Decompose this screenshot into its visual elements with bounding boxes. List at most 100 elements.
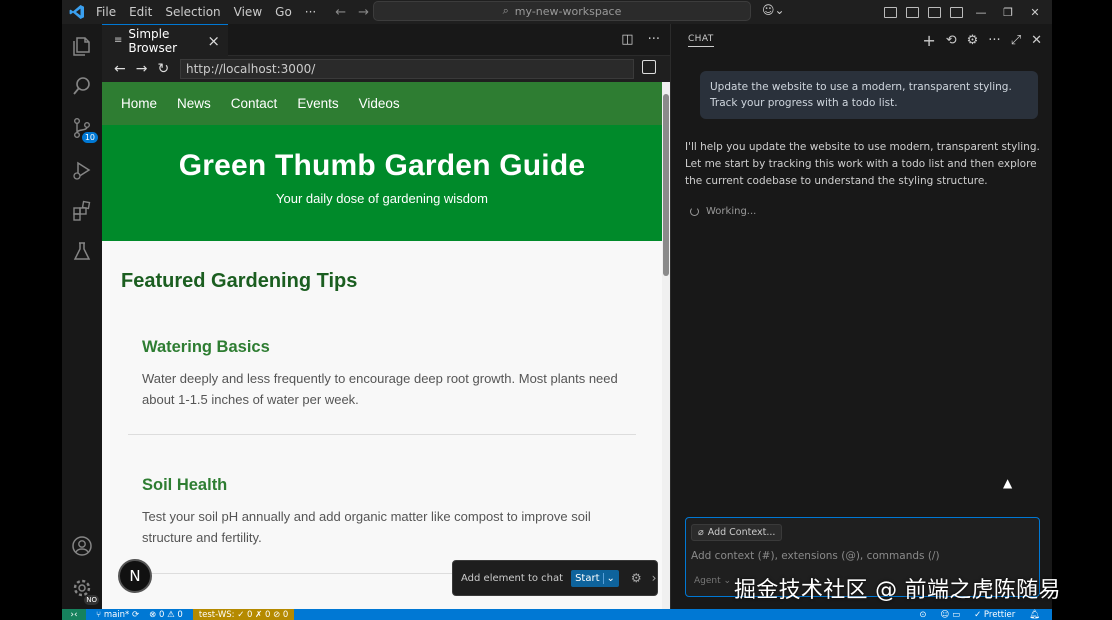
hero-title: Green Thumb Garden Guide bbox=[178, 149, 586, 182]
notifications-bell-icon[interactable]: 🔔︎ bbox=[1029, 610, 1040, 620]
menu-selection[interactable]: Selection bbox=[165, 5, 220, 19]
title-bar: File Edit Selection View Go ··· ← → ⌕ my… bbox=[62, 0, 1052, 24]
nav-events[interactable]: Events bbox=[297, 96, 338, 111]
status-bar: ›‹ ⑂ main* ⟳ ⊗ 0 ⚠ 0 test-WS: ✓ 0 ✗ 0 ⊘ … bbox=[62, 609, 1052, 620]
nav-home[interactable]: Home bbox=[121, 96, 157, 111]
split-editor-icon[interactable]: ◫ bbox=[621, 32, 633, 47]
vscode-window: File Edit Selection View Go ··· ← → ⌕ my… bbox=[62, 0, 1052, 620]
page-scrollbar[interactable] bbox=[662, 82, 670, 609]
url-bar[interactable]: http://localhost:3000/ bbox=[180, 59, 634, 79]
close-chat-icon[interactable]: ✕ bbox=[1031, 33, 1042, 48]
menu-view[interactable]: View bbox=[234, 5, 262, 19]
menu-edit[interactable]: Edit bbox=[129, 5, 152, 19]
hero-subtitle: Your daily dose of gardening wisdom bbox=[276, 191, 488, 206]
chat-more-icon[interactable]: ··· bbox=[988, 33, 1000, 48]
activity-bar: 10 NO bbox=[62, 24, 102, 609]
testing-flask-icon[interactable] bbox=[70, 239, 94, 263]
browser-forward-icon[interactable]: → bbox=[136, 61, 148, 77]
chat-input[interactable] bbox=[691, 550, 1031, 562]
location-icon[interactable]: ⊙ bbox=[919, 610, 926, 620]
menu-file[interactable]: File bbox=[96, 5, 116, 19]
run-debug-icon[interactable] bbox=[70, 158, 94, 182]
nav-contact[interactable]: Contact bbox=[231, 96, 278, 111]
tip-title: Watering Basics bbox=[142, 338, 270, 356]
prettier-status[interactable]: ✓ Prettier bbox=[974, 610, 1015, 620]
start-label: Start bbox=[575, 572, 600, 584]
tip-card: Soil Health Test your soil pH annually a… bbox=[142, 476, 642, 548]
back-arrow-icon[interactable]: ← bbox=[335, 5, 346, 20]
browser-back-icon[interactable]: ← bbox=[114, 61, 126, 77]
customize-layout-icon[interactable] bbox=[884, 6, 897, 18]
account-icon[interactable] bbox=[70, 534, 94, 558]
status-right: ⊙ ☺ ▭ ✓ Prettier 🔔︎ bbox=[919, 609, 1040, 620]
paperclip-icon: ⌀ bbox=[698, 527, 704, 538]
nav-news[interactable]: News bbox=[177, 96, 211, 111]
menu-more[interactable]: ··· bbox=[305, 5, 316, 19]
close-tab-icon[interactable]: × bbox=[207, 32, 220, 50]
tip-text: Test your soil pH annually and add organ… bbox=[142, 509, 591, 545]
problems-indicator[interactable]: ⊗ 0 ⚠ 0 bbox=[149, 610, 183, 620]
agent-label: Agent bbox=[694, 576, 721, 586]
chat-actions: + ⟲ ⚙ ··· ⤢ ✕ bbox=[922, 31, 1042, 50]
toggle-panel-icon[interactable] bbox=[928, 6, 941, 18]
tip-title: Soil Health bbox=[142, 476, 228, 494]
search-icon: ⌕ bbox=[502, 4, 509, 17]
explorer-icon[interactable] bbox=[70, 34, 94, 58]
manage-gear-icon[interactable]: NO bbox=[70, 576, 99, 605]
add-context-button[interactable]: ⌀ Add Context... bbox=[691, 524, 783, 541]
source-control-icon[interactable]: 10 bbox=[70, 116, 98, 143]
chevron-right-icon[interactable]: › bbox=[652, 571, 657, 585]
start-button[interactable]: Start ⌄ bbox=[571, 569, 619, 587]
minimize-icon[interactable]: — bbox=[972, 6, 990, 19]
settings-gear-icon[interactable]: ⚙ bbox=[631, 571, 642, 585]
open-external-icon[interactable] bbox=[642, 60, 656, 74]
working-text: Working... bbox=[706, 206, 757, 217]
nextjs-dev-badge[interactable]: N bbox=[118, 559, 152, 593]
browser-reload-icon[interactable]: ↻ bbox=[157, 61, 169, 77]
tip-card: Watering Basics Water deeply and less fr… bbox=[142, 338, 642, 410]
left-letterbox bbox=[0, 0, 62, 620]
search-icon[interactable] bbox=[70, 74, 94, 98]
watermark-text: 掘金技术社区 @ 前端之虎陈随易 bbox=[734, 578, 1061, 603]
nav-videos[interactable]: Videos bbox=[359, 96, 400, 111]
workspace-name: my-new-workspace bbox=[514, 4, 622, 18]
spinner-icon bbox=[690, 207, 699, 216]
copilot-status-icon[interactable]: ☺ ▭ bbox=[941, 610, 961, 620]
tab-label: Simple Browser bbox=[128, 26, 178, 55]
restore-icon[interactable]: ❐ bbox=[999, 6, 1017, 19]
featured-heading: Featured Gardening Tips bbox=[121, 270, 358, 292]
add-element-label: Add element to chat bbox=[461, 572, 564, 584]
branch-indicator[interactable]: ⑂ main* ⟳ bbox=[96, 610, 139, 620]
chat-header-tab[interactable]: CHAT bbox=[688, 34, 714, 47]
site-nav: Home News Contact Events Videos bbox=[102, 82, 662, 125]
add-context-label: Add Context... bbox=[707, 527, 776, 538]
more-actions-icon[interactable]: ··· bbox=[648, 32, 660, 47]
browser-tab-icon: ≡ bbox=[114, 35, 123, 46]
hero-banner: Green Thumb Garden Guide Your daily dose… bbox=[102, 125, 662, 241]
close-window-icon[interactable]: ✕ bbox=[1026, 6, 1044, 19]
chevron-down-icon[interactable]: ⌄ bbox=[602, 572, 615, 584]
divider bbox=[128, 434, 636, 435]
chat-panel: CHAT + ⟲ ⚙ ··· ⤢ ✕ Update the website to… bbox=[670, 24, 1052, 609]
assistant-message: I'll help you update the website to use … bbox=[685, 141, 1040, 187]
remote-indicator-icon[interactable]: ›‹ bbox=[62, 609, 86, 620]
scrollbar-thumb[interactable] bbox=[663, 94, 669, 276]
branch-name: main* bbox=[103, 609, 130, 620]
forward-arrow-icon[interactable]: → bbox=[358, 5, 369, 20]
extensions-icon[interactable] bbox=[70, 199, 94, 223]
editor-tabs: ≡ Simple Browser × ◫ ··· bbox=[102, 24, 670, 56]
tab-simple-browser[interactable]: ≡ Simple Browser × bbox=[102, 24, 228, 56]
history-icon[interactable]: ⟲ bbox=[946, 33, 957, 48]
test-status[interactable]: test-WS: ✓ 0 ✗ 0 ⊘ 0 bbox=[192, 609, 295, 620]
toggle-sidebar-icon[interactable] bbox=[906, 6, 919, 18]
toggle-secondary-sidebar-icon[interactable] bbox=[950, 6, 963, 18]
chat-settings-gear-icon[interactable]: ⚙ bbox=[967, 33, 979, 48]
agent-mode-select[interactable]: Agent ⌄ bbox=[694, 576, 731, 586]
right-letterbox bbox=[1052, 0, 1112, 620]
maximize-icon[interactable]: ⤢ bbox=[1011, 33, 1021, 48]
copilot-menu-icon[interactable]: ☺⌄ bbox=[762, 3, 785, 17]
new-chat-plus-icon[interactable]: + bbox=[922, 31, 935, 50]
menu-go[interactable]: Go bbox=[275, 5, 292, 19]
manage-badge: NO bbox=[84, 595, 99, 605]
command-center-search[interactable]: ⌕ my-new-workspace bbox=[373, 1, 751, 21]
